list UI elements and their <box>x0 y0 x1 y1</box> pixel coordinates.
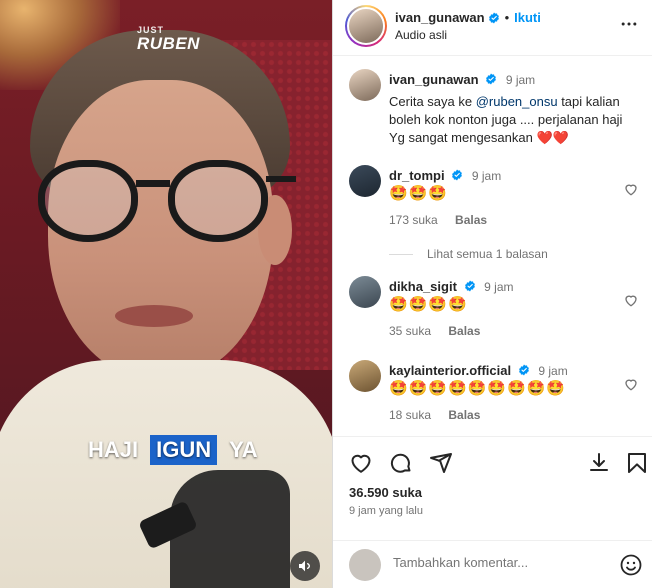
view-replies-label[interactable]: Lihat semua 1 balasan <box>427 247 548 261</box>
separator-dot: • <box>504 10 510 25</box>
comment-body: kaylainterior.official 9 jam 🤩🤩🤩🤩🤩🤩🤩🤩🤩 1… <box>389 362 629 424</box>
comment-text: 🤩🤩🤩🤩 <box>389 296 468 313</box>
avatar[interactable] <box>349 360 381 392</box>
person-mouth <box>115 305 193 327</box>
emoji-icon[interactable] <box>619 553 643 577</box>
heart-icon[interactable] <box>623 292 639 308</box>
comment-username[interactable]: dikha_sigit <box>389 279 457 294</box>
comment-time: 9 jam <box>484 280 514 294</box>
comment-username[interactable]: kaylainterior.official <box>389 363 511 378</box>
heart-emoji: ❤️❤️ <box>536 130 569 145</box>
video-caption: HAJI IGUN YA <box>82 435 264 465</box>
comment-username[interactable]: dr_tompi <box>389 168 445 183</box>
view-replies-button[interactable]: Lihat semua 1 balasan <box>389 247 548 261</box>
video-brand-logo: JUST RUBEN <box>137 25 200 53</box>
avatar[interactable] <box>349 276 381 308</box>
speaker-icon[interactable] <box>290 551 320 581</box>
comment-username[interactable]: ivan_gunawan <box>389 72 479 87</box>
verified-badge-icon <box>486 73 497 85</box>
download-icon[interactable] <box>587 451 611 475</box>
reply-button[interactable]: Balas <box>455 213 487 227</box>
avatar[interactable] <box>345 5 387 47</box>
follow-button[interactable]: Ikuti <box>514 10 541 25</box>
verified-badge-icon <box>464 280 475 292</box>
glasses-temple <box>266 176 296 182</box>
comment-time: 9 jam <box>538 364 568 378</box>
owner-username[interactable]: ivan_gunawan <box>395 10 485 25</box>
brand-bottom-text: RUBEN <box>137 34 200 53</box>
verified-badge-icon <box>452 169 463 181</box>
post-header: ivan_gunawan • Ikuti Audio asli <box>333 0 652 56</box>
comment-text-start: Cerita saya ke <box>389 94 476 109</box>
avatar <box>349 549 381 581</box>
reply-button[interactable]: Balas <box>448 408 480 422</box>
action-bar: 36.590 suka 9 jam yang lalu <box>333 436 652 536</box>
heart-icon[interactable] <box>623 181 639 197</box>
comment-meta: 173 suka Balas <box>389 211 629 229</box>
likes-count[interactable]: 36.590 suka <box>349 485 422 500</box>
comment-time: 9 jam <box>471 169 502 183</box>
header-name-row: ivan_gunawan • Ikuti <box>395 10 541 25</box>
share-icon[interactable] <box>429 451 453 475</box>
audio-label[interactable]: Audio asli <box>395 28 447 42</box>
comment-text: Cerita saya ke @ruben_onsu tapi kalian b… <box>389 93 629 147</box>
comment-text: 🤩🤩🤩 <box>389 185 449 202</box>
comment-time: 9 jam <box>505 73 536 87</box>
reply-button[interactable]: Balas <box>448 324 480 338</box>
avatar[interactable] <box>349 69 381 101</box>
brand-top-text: JUST <box>137 25 165 35</box>
mention-link[interactable]: @ruben_onsu <box>476 94 558 109</box>
more-options-icon[interactable] <box>617 12 641 36</box>
comment-body: ivan_gunawan 9 jam Cerita saya ke @ruben… <box>389 71 629 147</box>
avatar[interactable] <box>349 165 381 197</box>
glasses-bridge <box>136 180 170 187</box>
comment-body: dikha_sigit 9 jam 🤩🤩🤩🤩 35 suka Balas <box>389 278 629 340</box>
bookmark-icon[interactable] <box>625 451 649 475</box>
comment-meta: 35 suka Balas <box>389 322 629 340</box>
caption-word-1: HAJI <box>88 437 139 462</box>
comment-likes[interactable]: 18 suka <box>389 408 431 422</box>
reel-video[interactable]: JUST RUBEN HAJI IGUN YA <box>0 0 332 588</box>
glasses-left-lens <box>38 160 138 242</box>
caption-word-2-highlighted: IGUN <box>150 435 218 465</box>
comment-likes[interactable]: 173 suka <box>389 213 438 227</box>
post-time: 9 jam yang lalu <box>349 505 423 517</box>
caption-word-3: YA <box>229 437 258 462</box>
comment-icon[interactable] <box>389 451 413 475</box>
verified-badge-icon <box>488 12 499 23</box>
comment-likes[interactable]: 35 suka <box>389 324 431 338</box>
comments-list: ivan_gunawan 9 jam Cerita saya ke @ruben… <box>333 57 652 435</box>
comment-text: 🤩🤩🤩🤩🤩🤩🤩🤩🤩 <box>389 380 567 397</box>
heart-icon[interactable] <box>623 376 639 392</box>
heart-icon[interactable] <box>349 451 373 475</box>
glasses-right-lens <box>168 160 268 242</box>
verified-badge-icon <box>518 364 529 376</box>
divider <box>389 253 413 255</box>
add-comment-bar <box>333 540 652 588</box>
post-panel: ivan_gunawan • Ikuti Audio asli ivan_gun… <box>332 0 652 588</box>
comment-body: dr_tompi 9 jam 🤩🤩🤩 173 suka Balas <box>389 167 629 229</box>
comment-input[interactable] <box>393 555 603 570</box>
comment-meta: 18 suka Balas <box>389 406 629 424</box>
